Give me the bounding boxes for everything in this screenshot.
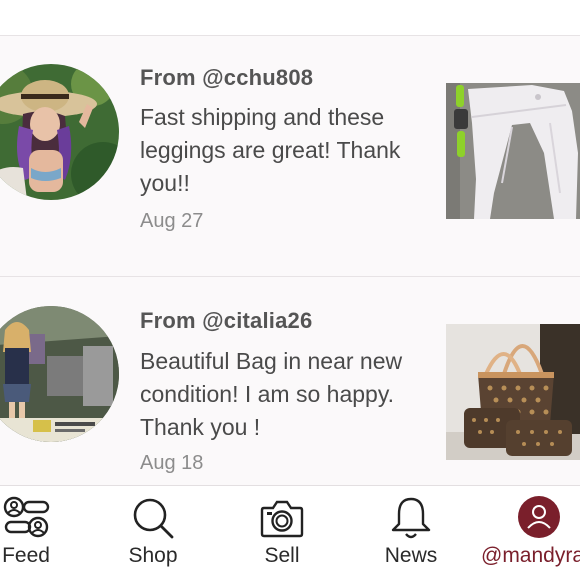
review-message: Fast shipping and these leggings are gre… (140, 104, 401, 196)
tab-feed[interactable]: Feed (0, 486, 66, 580)
search-icon (133, 498, 174, 539)
bottom-tab-bar: Feed Shop Sell News @mandyrae (0, 485, 580, 580)
tab-shop-label: Shop (128, 544, 178, 567)
tab-profile-label: @mandyrae (481, 544, 580, 567)
tab-sell-label: Sell (264, 544, 300, 567)
leggings-photo-icon (446, 83, 580, 219)
reviewer-avatar[interactable] (0, 306, 119, 442)
review-date: Aug 18 (140, 452, 204, 474)
review-from[interactable]: From @citalia26 (140, 308, 312, 334)
bell-icon (391, 497, 431, 539)
reviewer-avatar[interactable] (0, 64, 119, 200)
review-date: Aug 27 (140, 210, 204, 232)
tab-feed-label: Feed (2, 544, 50, 567)
profile-icon (518, 496, 560, 538)
tab-sell[interactable]: Sell (242, 486, 322, 580)
review-from[interactable]: From @cchu808 (140, 65, 313, 91)
review-message: Beautiful Bag in near new condition! I a… (140, 348, 403, 440)
tab-profile[interactable]: @mandyrae (478, 486, 580, 580)
top-strip (0, 0, 580, 36)
tab-news-label: News (384, 544, 438, 567)
tab-news[interactable]: News (371, 486, 451, 580)
feed-icon (3, 496, 50, 538)
review-item[interactable]: From @cchu808 Fast shipping and these le… (0, 37, 580, 277)
listing-thumbnail[interactable] (446, 83, 580, 219)
camera-icon (260, 500, 304, 538)
user-photo-icon (0, 64, 119, 200)
review-item[interactable]: From @citalia26 Beautiful Bag in near ne… (0, 278, 580, 485)
tab-shop[interactable]: Shop (113, 486, 193, 580)
bag-photo-icon (446, 324, 580, 460)
listing-thumbnail[interactable] (446, 324, 580, 460)
user-photo-icon (0, 306, 119, 442)
